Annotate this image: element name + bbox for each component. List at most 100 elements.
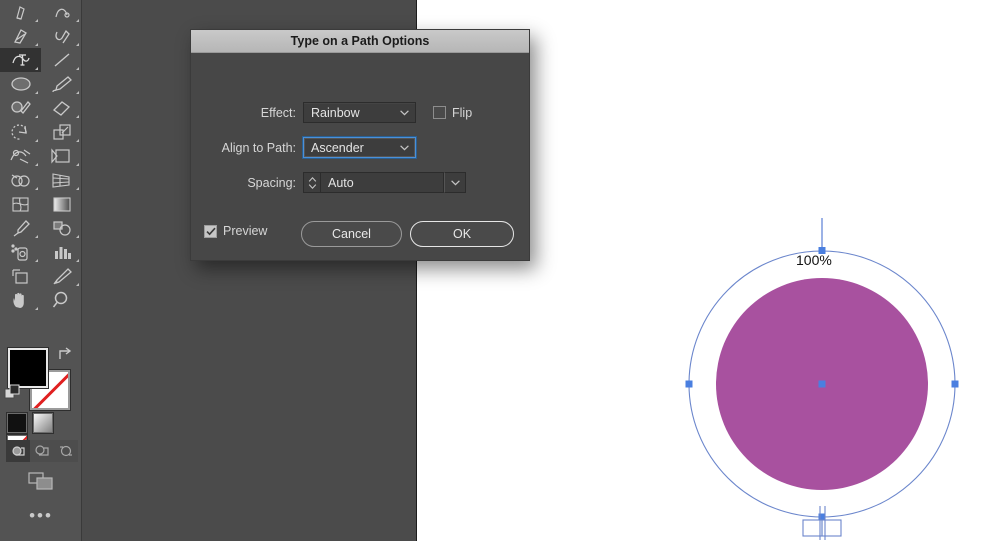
dialog-titlebar[interactable]: Type on a Path Options <box>191 30 529 53</box>
chevron-down-icon <box>400 109 409 115</box>
sidebar-tool-scale-tool[interactable] <box>41 120 82 144</box>
flip-checkbox[interactable] <box>433 106 446 119</box>
effect-label: Effect: <box>260 105 296 120</box>
illustrator-workspace: 100% ••• Type on a Path Options Effect: … <box>0 0 999 541</box>
checkmark-icon <box>205 227 216 235</box>
sidebar-tool-ellipse-tool[interactable] <box>0 72 41 96</box>
spacing-value[interactable]: Auto <box>320 172 444 193</box>
flyout-corner-icon <box>35 139 38 142</box>
sidebar-tool-artboard-tool[interactable] <box>0 264 41 288</box>
anchor-right <box>951 380 959 388</box>
artboard-artwork: 100% <box>660 210 990 541</box>
type-on-a-path-options-dialog: Type on a Path Options Effect: Rainbow F… <box>190 29 530 261</box>
sidebar-tool-eyedropper-tool[interactable] <box>0 216 41 240</box>
flyout-corner-icon <box>35 67 38 70</box>
flyout-corner-icon <box>35 19 38 22</box>
anchor-left <box>685 380 693 388</box>
sidebar-tool-hand-tool[interactable] <box>0 288 41 312</box>
align-to-path-label: Align to Path: <box>221 140 296 155</box>
align-to-path-row: Align to Path: Ascender <box>191 137 416 158</box>
sidebar-tool-pen-tool[interactable] <box>0 0 41 24</box>
sidebar-tool-perspective-grid-tool[interactable] <box>41 168 82 192</box>
swap-fill-stroke-icon[interactable] <box>56 346 74 364</box>
flyout-corner-icon <box>35 307 38 310</box>
chevron-down-icon <box>450 179 460 185</box>
fill-swatch[interactable] <box>8 348 48 388</box>
flyout-corner-icon <box>76 139 79 142</box>
default-fill-stroke-icon[interactable] <box>4 384 22 402</box>
flyout-corner-icon <box>76 115 79 118</box>
sidebar-tool-slice-tool[interactable] <box>41 264 82 288</box>
flip-checkbox-group[interactable]: Flip <box>433 106 472 120</box>
sidebar-tool-zoom-tool[interactable] <box>41 288 82 312</box>
align-to-path-value: Ascender <box>311 140 364 155</box>
flyout-corner-icon <box>35 163 38 166</box>
preview-checkbox[interactable] <box>204 224 217 238</box>
effect-select[interactable]: Rainbow <box>303 102 416 123</box>
sidebar-tool-column-graph-tool[interactable] <box>41 240 82 264</box>
flip-label: Flip <box>452 105 473 120</box>
flyout-corner-icon <box>76 235 79 238</box>
sidebar-tool-paintbrush-tool[interactable] <box>41 72 82 96</box>
preview-label: Preview <box>223 224 268 238</box>
sidebar-tool-mesh-tool[interactable] <box>0 192 41 216</box>
sidebar-tool-curvature-tool[interactable] <box>41 0 82 24</box>
paint-mode-gradient[interactable] <box>32 412 54 434</box>
flyout-corner-icon <box>76 259 79 262</box>
chevron-down-icon <box>400 144 409 150</box>
preview-checkbox-group[interactable]: Preview <box>204 224 267 238</box>
sidebar-tool-type-on-a-path-tool[interactable] <box>0 48 41 72</box>
flyout-corner-icon <box>35 259 38 262</box>
spacing-row: Spacing: Auto <box>191 172 466 193</box>
flyout-corner-icon <box>35 115 38 118</box>
flyout-corner-icon <box>76 283 79 286</box>
flyout-corner-icon <box>76 19 79 22</box>
center-point <box>818 380 826 388</box>
flyout-corner-icon <box>76 91 79 94</box>
sidebar-tool-line-segment-tool[interactable] <box>41 48 82 72</box>
flyout-corner-icon <box>35 187 38 190</box>
flyout-corner-icon <box>76 163 79 166</box>
flyout-corner-icon <box>35 43 38 46</box>
type-path-start-bracket <box>802 519 823 537</box>
spacing-combo[interactable]: Auto <box>303 172 466 193</box>
sidebar-tool-blend-tool[interactable] <box>41 216 82 240</box>
effect-value: Rainbow <box>311 105 360 120</box>
sidebar-tool-width-tool[interactable] <box>0 144 41 168</box>
paint-mode-color[interactable] <box>6 412 28 434</box>
edit-toolbar-button[interactable]: ••• <box>0 505 82 527</box>
effect-row: Effect: Rainbow Flip <box>191 102 472 123</box>
draw-inside-mode[interactable] <box>54 440 78 462</box>
draw-behind-mode[interactable] <box>30 440 54 462</box>
sidebar-tool-add-anchor-point-tool[interactable] <box>0 24 41 48</box>
sidebar-tool-anchor-point-tool[interactable] <box>41 24 82 48</box>
change-screen-mode-button[interactable] <box>24 468 58 494</box>
dialog-title: Type on a Path Options <box>290 34 430 48</box>
path-text-label: 100% <box>796 252 832 268</box>
spacing-stepper[interactable] <box>303 172 320 193</box>
tools-panel[interactable]: ••• <box>0 0 82 541</box>
flyout-corner-icon <box>35 91 38 94</box>
cancel-button[interactable]: Cancel <box>301 221 402 247</box>
sidebar-tool-eraser-tool[interactable] <box>41 96 82 120</box>
tools-grid <box>0 0 82 312</box>
stepper-updown-icon <box>308 176 316 189</box>
ok-button[interactable]: OK <box>410 221 514 247</box>
sidebar-tool-rotate-tool[interactable] <box>0 120 41 144</box>
sidebar-tool-symbol-sprayer-tool[interactable] <box>0 240 41 264</box>
spacing-label: Spacing: <box>247 175 296 190</box>
dialog-body: Effect: Rainbow Flip Align to Path: Asce… <box>191 53 529 262</box>
drawing-modes-row[interactable] <box>6 440 82 464</box>
sidebar-tool-free-transform-tool[interactable] <box>41 144 82 168</box>
sidebar-tool-gradient-tool[interactable] <box>41 192 82 216</box>
flyout-corner-icon <box>76 43 79 46</box>
spacing-dropdown-arrow[interactable] <box>444 172 466 193</box>
align-to-path-select[interactable]: Ascender <box>303 137 416 158</box>
flyout-corner-icon <box>35 235 38 238</box>
flyout-corner-icon <box>76 67 79 70</box>
sidebar-tool-shaper-tool[interactable] <box>0 96 41 120</box>
flyout-corner-icon <box>76 187 79 190</box>
paint-mode-row[interactable] <box>6 412 82 456</box>
sidebar-tool-shape-builder-tool[interactable] <box>0 168 41 192</box>
draw-normal-mode[interactable] <box>6 440 30 462</box>
